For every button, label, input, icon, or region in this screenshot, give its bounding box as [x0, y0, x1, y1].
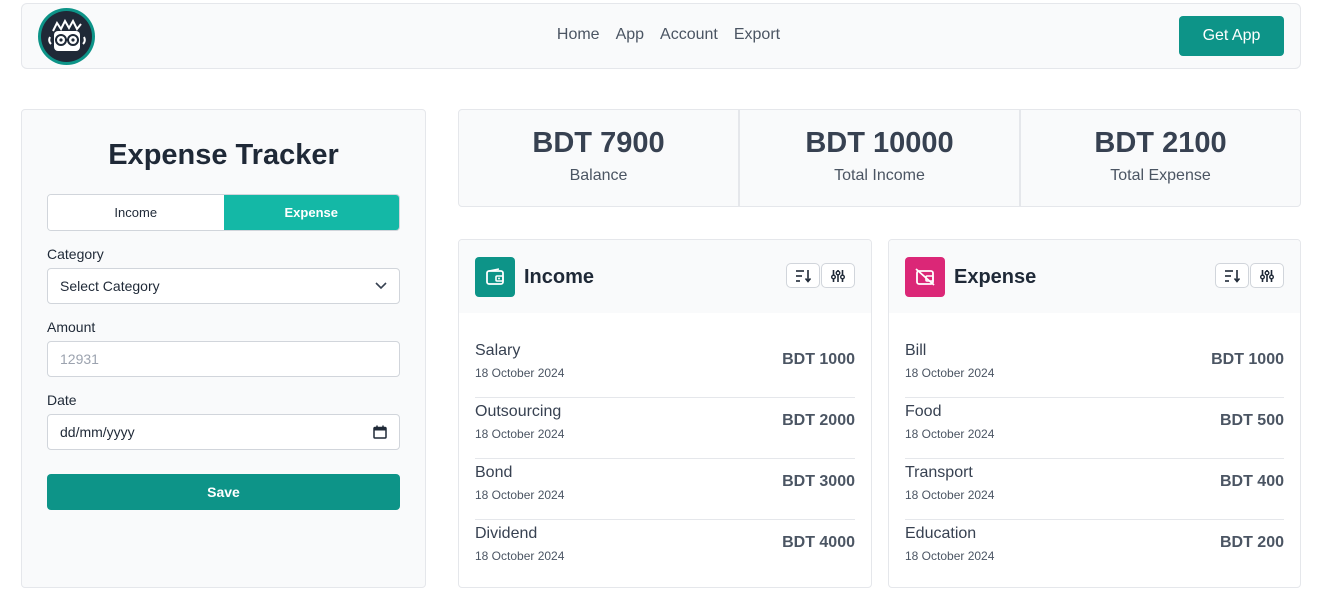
date-label: Date: [47, 392, 77, 408]
item-date: 18 October 2024: [905, 549, 995, 563]
item-name: Food: [905, 403, 942, 420]
list-item[interactable]: Education 18 October 2024 BDT 200: [905, 520, 1284, 581]
stat-value: BDT 2100: [1094, 127, 1227, 159]
item-name: Outsourcing: [475, 403, 562, 420]
get-app-button[interactable]: Get App: [1179, 16, 1284, 56]
list-item[interactable]: Dividend 18 October 2024 BDT 4000: [475, 520, 855, 581]
expense-tools: [1215, 263, 1284, 288]
list-item[interactable]: Outsourcing 18 October 2024 BDT 2000: [475, 398, 855, 459]
sort-icon: [796, 269, 811, 283]
item-date: 18 October 2024: [475, 488, 565, 502]
category-label: Category: [47, 246, 104, 262]
category-select[interactable]: Select Category: [47, 268, 400, 304]
expense-form-card: Expense Tracker Income Expense Category …: [21, 109, 426, 588]
date-input[interactable]: dd/mm/yyyy: [47, 414, 400, 450]
item-name: Dividend: [475, 525, 538, 542]
list-item[interactable]: Bond 18 October 2024 BDT 3000: [475, 459, 855, 520]
income-list: Salary 18 October 2024 BDT 1000 Outsourc…: [459, 337, 871, 581]
income-tools: [786, 263, 855, 288]
save-button[interactable]: Save: [47, 474, 400, 510]
item-name: Bond: [475, 464, 513, 481]
expense-list-header: Expense: [889, 240, 1300, 313]
sliders-icon: [1260, 269, 1274, 282]
item-name: Education: [905, 525, 977, 542]
sort-icon: [1225, 269, 1240, 283]
toggle-expense[interactable]: Expense: [223, 195, 399, 230]
stat-label: Balance: [569, 167, 628, 184]
nav-link-home[interactable]: Home: [557, 26, 600, 44]
item-date: 18 October 2024: [905, 488, 995, 502]
type-toggle: Income Expense: [47, 194, 400, 231]
stat-label: Total Expense: [1110, 167, 1211, 184]
wallet-icon: [475, 257, 515, 297]
list-item[interactable]: Salary 18 October 2024 BDT 1000: [475, 337, 855, 398]
list-item[interactable]: Bill 18 October 2024 BDT 1000: [905, 337, 1284, 398]
sort-button[interactable]: [786, 263, 820, 288]
item-date: 18 October 2024: [905, 427, 995, 441]
amount-label: Amount: [47, 319, 96, 335]
stat-value: BDT 7900: [532, 127, 665, 159]
item-name: Bill: [905, 342, 927, 359]
nav-link-app[interactable]: App: [616, 26, 644, 44]
amount-placeholder: 12931: [60, 351, 99, 367]
filter-button[interactable]: [1250, 263, 1284, 288]
item-amount: BDT 4000: [782, 534, 855, 551]
stat-total-expense: BDT 2100 Total Expense: [1021, 110, 1300, 206]
navbar: Home App Account Export Get App: [21, 3, 1301, 69]
stat-value: BDT 10000: [805, 127, 954, 159]
chevron-down-icon: [375, 282, 387, 290]
item-amount: BDT 400: [1219, 473, 1284, 490]
item-date: 18 October 2024: [905, 366, 995, 380]
nav-link-account[interactable]: Account: [660, 26, 718, 44]
item-date: 18 October 2024: [475, 549, 565, 563]
list-item[interactable]: Food 18 October 2024 BDT 500: [905, 398, 1284, 459]
expense-list-card: Expense Bill 18 October 2024 BDT 1000 Fo…: [888, 239, 1301, 588]
stat-label: Total Income: [834, 167, 925, 184]
income-list-title: Income: [524, 266, 595, 288]
list-item[interactable]: Transport 18 October 2024 BDT 400: [905, 459, 1284, 520]
item-amount: BDT 1000: [782, 351, 855, 368]
date-placeholder: dd/mm/yyyy: [60, 424, 135, 440]
form-title: Expense Tracker: [108, 139, 339, 171]
item-amount: BDT 500: [1219, 412, 1284, 429]
amount-input[interactable]: 12931: [47, 341, 400, 377]
filter-button[interactable]: [821, 263, 855, 288]
category-select-value: Select Category: [60, 278, 160, 294]
wallet-off-icon: [905, 257, 945, 297]
item-amount: BDT 2000: [782, 412, 855, 429]
item-name: Salary: [475, 342, 521, 359]
sliders-icon: [831, 269, 845, 282]
income-list-card: Income Salary 18 October 2024 BDT 1000 O…: [458, 239, 872, 588]
item-date: 18 October 2024: [475, 366, 565, 380]
toggle-income[interactable]: Income: [48, 195, 224, 230]
stat-total-income: BDT 10000 Total Income: [740, 110, 1021, 206]
item-date: 18 October 2024: [475, 427, 565, 441]
item-amount: BDT 3000: [782, 473, 855, 490]
nav-links: Home App Account Export: [22, 26, 1300, 44]
item-name: Transport: [905, 464, 973, 481]
nav-link-export[interactable]: Export: [734, 26, 780, 44]
income-list-header: Income: [459, 240, 871, 313]
item-amount: BDT 1000: [1211, 351, 1284, 368]
calendar-icon[interactable]: [373, 425, 387, 439]
expense-list: Bill 18 October 2024 BDT 1000 Food 18 Oc…: [889, 337, 1300, 581]
summary-stats: BDT 7900 Balance BDT 10000 Total Income …: [458, 109, 1301, 207]
stat-balance: BDT 7900 Balance: [459, 110, 740, 206]
expense-list-title: Expense: [954, 266, 1037, 288]
sort-button[interactable]: [1215, 263, 1249, 288]
item-amount: BDT 200: [1219, 534, 1284, 551]
